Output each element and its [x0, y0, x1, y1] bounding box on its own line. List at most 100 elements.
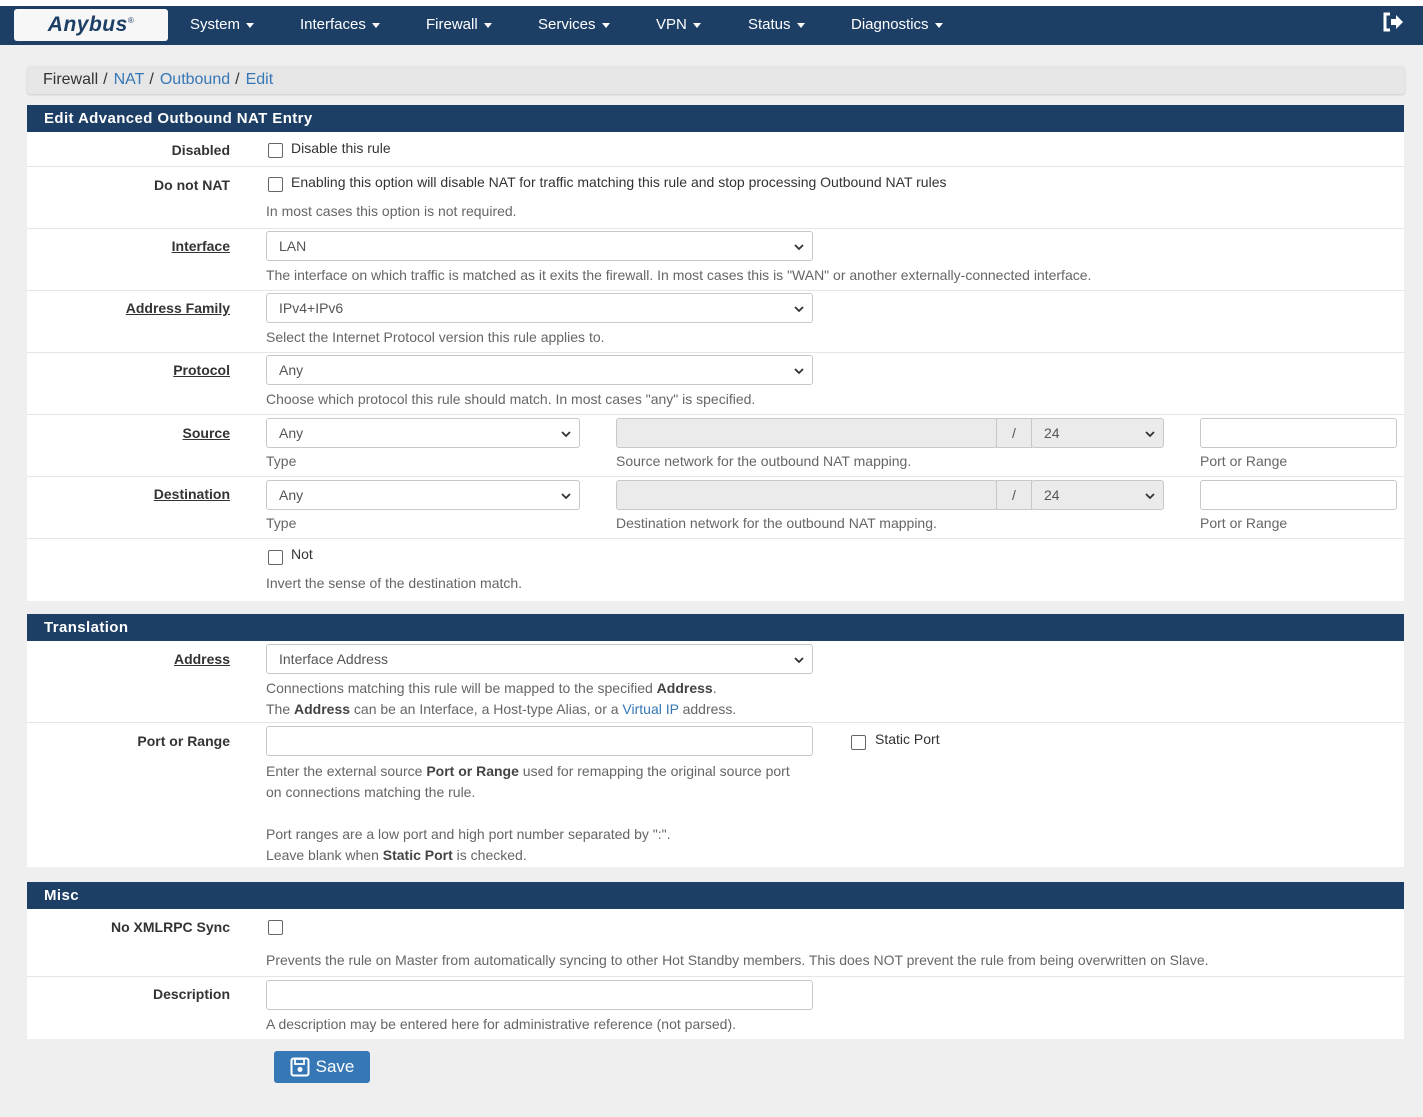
not-checkbox[interactable]: [268, 550, 283, 565]
translation-address-help-1: Connections matching this rule will be m…: [266, 680, 717, 696]
top-navbar: Anybus® System Interfaces Firewall Servi…: [0, 0, 1423, 45]
row-source: Source Any / 24 Type Source network for …: [27, 415, 1404, 477]
caret-down-icon: [246, 23, 255, 28]
translation-address-help-2: The Address can be an Interface, a Host-…: [266, 701, 737, 717]
breadcrumb-nat[interactable]: NAT: [114, 71, 145, 89]
interface-select[interactable]: LAN: [266, 231, 813, 261]
source-port-input[interactable]: [1200, 418, 1397, 448]
do-not-nat-checkbox[interactable]: [268, 177, 283, 192]
source-port-help: Port or Range: [1200, 453, 1288, 469]
breadcrumb-separator: /: [235, 71, 240, 88]
static-port-checkbox[interactable]: [851, 735, 866, 750]
chevron-down-icon: [1145, 431, 1155, 438]
logout-icon[interactable]: [1381, 10, 1405, 34]
nav-services[interactable]: Services: [538, 16, 610, 33]
row-xmlrpc: No XMLRPC Sync Prevents the rule on Mast…: [27, 909, 1404, 977]
brand-logo[interactable]: Anybus®: [14, 9, 168, 41]
source-label: Source: [182, 425, 230, 441]
translation-address-label: Address: [173, 651, 230, 667]
protocol-select[interactable]: Any: [266, 355, 813, 385]
row-address-family: Address Family IPv4+IPv6 Select the Inte…: [27, 291, 1404, 353]
misc-title: Misc: [27, 882, 1404, 909]
save-button-label: Save: [315, 1057, 355, 1076]
row-disabled: Disabled Disable this rule: [27, 132, 1404, 167]
panel-edit-entry: Edit Advanced Outbound NAT Entry Disable…: [27, 105, 1404, 601]
nav-status[interactable]: Status: [748, 16, 805, 33]
row-protocol: Protocol Any Choose which protocol this …: [27, 353, 1404, 415]
chevron-down-icon: [794, 244, 804, 251]
disabled-label: Disabled: [171, 142, 230, 158]
destination-mask-separator: /: [996, 480, 1032, 510]
chevron-down-icon: [1145, 493, 1155, 500]
translation-address-value: Interface Address: [279, 651, 388, 667]
breadcrumb-outbound[interactable]: Outbound: [160, 71, 230, 89]
row-do-not-nat: Do not NAT Enabling this option will dis…: [27, 167, 1404, 229]
breadcrumb: Firewall / NAT / Outbound / Edit: [27, 66, 1405, 94]
interface-help: The interface on which traffic is matche…: [266, 267, 1092, 283]
destination-port-input[interactable]: [1200, 480, 1397, 510]
caret-down-icon: [601, 23, 610, 28]
destination-type-select[interactable]: Any: [266, 480, 580, 510]
nav-system[interactable]: System: [190, 16, 255, 33]
source-mask-value: 24: [1044, 425, 1060, 441]
do-not-nat-checkbox-label: Enabling this option will disable NAT fo…: [291, 174, 947, 190]
destination-label: Destination: [153, 486, 230, 502]
disable-rule-checkbox[interactable]: [268, 143, 283, 158]
translation-port-help-2: on connections matching the rule.: [266, 784, 476, 800]
interface-select-value: LAN: [279, 238, 307, 254]
nav-firewall[interactable]: Firewall: [426, 16, 492, 33]
caret-down-icon: [796, 23, 805, 28]
chevron-down-icon: [561, 493, 571, 500]
breadcrumb-firewall: Firewall: [43, 71, 99, 88]
disable-rule-label: Disable this rule: [291, 140, 391, 156]
destination-network-input[interactable]: [616, 480, 997, 510]
translation-address-select[interactable]: Interface Address: [266, 644, 813, 674]
nav-interfaces[interactable]: Interfaces: [300, 16, 380, 33]
virtual-ip-link[interactable]: Virtual IP: [622, 701, 678, 717]
translation-port-help-4: Leave blank when Static Port is checked.: [266, 847, 527, 863]
translation-port-input[interactable]: [266, 726, 813, 756]
brand-name: Anybus®: [47, 13, 135, 36]
row-destination: Destination Any / 24 Type Destination ne…: [27, 477, 1404, 539]
nav-vpn[interactable]: VPN: [656, 16, 701, 33]
destination-type-value: Any: [279, 487, 304, 503]
address-family-label: Address Family: [125, 300, 230, 316]
protocol-help: Choose which protocol this rule should m…: [266, 391, 756, 407]
destination-mask-value: 24: [1044, 487, 1060, 503]
source-network-input[interactable]: [616, 418, 997, 448]
source-type-select[interactable]: Any: [266, 418, 580, 448]
source-mask-select[interactable]: 24: [1031, 418, 1164, 448]
save-button[interactable]: Save: [274, 1051, 370, 1083]
row-translation-port: Port or Range Static Port Enter the exte…: [27, 723, 1404, 867]
xmlrpc-checkbox[interactable]: [268, 920, 283, 935]
description-input[interactable]: [266, 980, 813, 1010]
chevron-down-icon: [794, 368, 804, 375]
caret-down-icon: [934, 23, 943, 28]
chevron-down-icon: [794, 306, 804, 313]
nav-diagnostics[interactable]: Diagnostics: [851, 16, 943, 33]
chevron-down-icon: [794, 657, 804, 664]
breadcrumb-separator: /: [103, 71, 108, 88]
interface-label: Interface: [171, 238, 230, 254]
source-type-value: Any: [279, 425, 304, 441]
breadcrumb-edit[interactable]: Edit: [246, 71, 274, 89]
row-description: Description A description may be entered…: [27, 977, 1404, 1039]
address-family-select-value: IPv4+IPv6: [279, 300, 344, 316]
do-not-nat-label: Do not NAT: [154, 177, 230, 193]
description-help: A description may be entered here for ad…: [266, 1016, 737, 1032]
xmlrpc-label: No XMLRPC Sync: [110, 919, 230, 935]
source-network-help: Source network for the outbound NAT mapp…: [616, 453, 912, 469]
destination-type-help: Type: [266, 515, 297, 531]
caret-down-icon: [483, 23, 492, 28]
breadcrumb-separator: /: [149, 71, 154, 88]
xmlrpc-help: Prevents the rule on Master from automat…: [266, 952, 1209, 968]
address-family-select[interactable]: IPv4+IPv6: [266, 293, 813, 323]
destination-mask-select[interactable]: 24: [1031, 480, 1164, 510]
row-translation-address: Address Interface Address Connections ma…: [27, 641, 1404, 723]
chevron-down-icon: [561, 431, 571, 438]
not-checkbox-label: Not: [291, 546, 313, 562]
not-help: Invert the sense of the destination matc…: [266, 575, 523, 591]
destination-port-help: Port or Range: [1200, 515, 1288, 531]
do-not-nat-help: In most cases this option is not require…: [266, 203, 517, 219]
destination-network-help: Destination network for the outbound NAT…: [616, 515, 937, 531]
